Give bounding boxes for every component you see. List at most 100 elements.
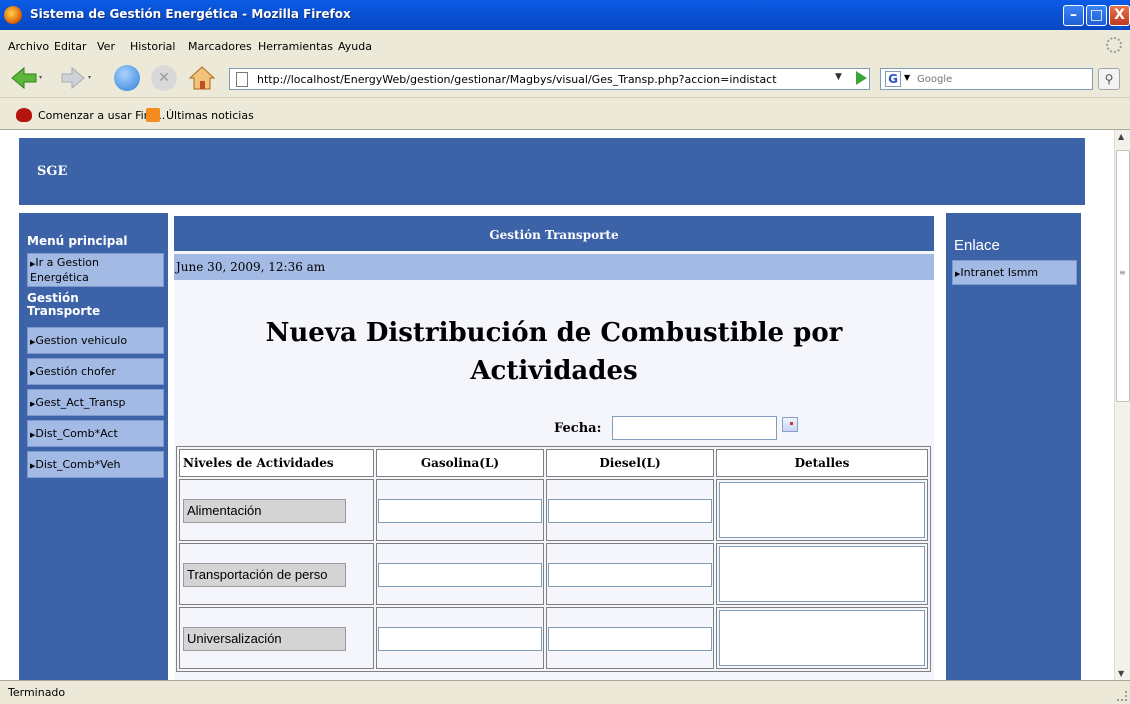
bookmark-latest-news[interactable]: Últimas noticias: [166, 109, 254, 122]
forward-arrow-icon[interactable]: [60, 65, 92, 91]
gasolina-cell: [376, 543, 544, 605]
diesel-cell: [546, 543, 714, 605]
page-icon: [236, 72, 248, 87]
link-gestion-vehiculo[interactable]: ▶Gestion vehiculo: [27, 327, 164, 354]
table-row: Universalización: [179, 607, 928, 669]
url-dropdown-icon[interactable]: ▼: [835, 72, 842, 82]
gasolina-input[interactable]: [378, 627, 542, 651]
minimize-button[interactable]: –: [1063, 5, 1084, 26]
detalles-textarea[interactable]: [719, 482, 925, 538]
menu-ayuda[interactable]: Ayuda: [338, 40, 372, 53]
menu-historial[interactable]: Historial: [130, 40, 175, 53]
link-label: Intranet Ismm: [960, 266, 1039, 279]
bookmarks-toolbar: Comenzar a usar Fire... Últimas noticias: [0, 98, 1130, 130]
page-content: SGE Menú principal ▶Ir a Gestion Energét…: [0, 130, 1114, 680]
link-gestion-chofer[interactable]: ▶Gestión chofer: [27, 358, 164, 385]
link-label: Dist_Comb*Veh: [35, 458, 121, 471]
firefox-icon: [4, 6, 22, 24]
column-header: Diesel(L): [546, 449, 714, 477]
gasolina-input[interactable]: [378, 499, 542, 523]
calendar-icon[interactable]: [782, 417, 798, 432]
activity-label: Alimentación: [183, 499, 346, 523]
activity-label: Universalización: [183, 627, 346, 651]
link-gest-act-transp[interactable]: ▶Gest_Act_Transp: [27, 389, 164, 416]
column-header: Niveles de Actividades: [179, 449, 374, 477]
diesel-input[interactable]: [548, 499, 712, 523]
scroll-grip-icon: ≡: [1119, 268, 1126, 277]
search-bar[interactable]: G ▼: [880, 68, 1093, 90]
status-bar: Terminado: [0, 680, 1130, 704]
menu-herramientas[interactable]: Herramientas: [258, 40, 333, 53]
transport-heading: Gestión Transporte: [27, 292, 100, 318]
menu-editar[interactable]: Editar: [54, 40, 87, 53]
scroll-down-icon[interactable]: ▼: [1118, 669, 1124, 678]
links-heading: Enlace: [954, 237, 1000, 254]
activity-label: Transportación de perso: [183, 563, 346, 587]
url-bar[interactable]: http://localhost/EnergyWeb/gestion/gesti…: [229, 68, 870, 90]
stop-icon[interactable]: ✕: [151, 65, 177, 91]
resize-grip-icon[interactable]: [1117, 691, 1127, 701]
right-sidebar: Enlace ▶Intranet Ismm: [946, 213, 1081, 680]
link-label: Gestion vehiculo: [35, 334, 128, 347]
reload-icon[interactable]: [114, 65, 140, 91]
title-bar: Sistema de Gestión Energética - Mozilla …: [0, 0, 1130, 30]
title-line: Actividades: [470, 356, 638, 386]
gasolina-cell: [376, 607, 544, 669]
left-sidebar: Menú principal ▶Ir a Gestion Energética …: [19, 213, 168, 680]
detalles-textarea[interactable]: [719, 546, 925, 602]
rss-feed-icon: [146, 108, 160, 122]
activity-cell: Universalización: [179, 607, 374, 669]
menu-bar: Archivo Editar Ver Historial Marcadores …: [0, 30, 1130, 60]
column-header: Gasolina(L): [376, 449, 544, 477]
detalles-cell: [716, 543, 928, 605]
close-button[interactable]: X: [1109, 5, 1130, 26]
table-row: Alimentación: [179, 479, 928, 541]
link-label: Gestión chofer: [35, 365, 116, 378]
gasolina-input[interactable]: [378, 563, 542, 587]
search-engine-dropdown-icon[interactable]: ▼: [904, 73, 910, 82]
menu-marcadores[interactable]: Marcadores: [188, 40, 252, 53]
scroll-up-icon[interactable]: ▲: [1118, 132, 1124, 141]
date-bar: June 30, 2009, 12:36 am: [174, 254, 934, 280]
search-engine-icon[interactable]: G: [885, 71, 901, 87]
heading-line: Transporte: [27, 304, 101, 318]
site-brand: SGE: [37, 164, 68, 179]
detalles-textarea[interactable]: [719, 610, 925, 666]
link-label: Energética: [30, 271, 89, 284]
go-arrow-icon[interactable]: [856, 71, 867, 85]
menu-ver[interactable]: Ver: [97, 40, 115, 53]
diesel-input[interactable]: [548, 627, 712, 651]
link-intranet-ismm[interactable]: ▶Intranet Ismm: [952, 260, 1077, 285]
search-input[interactable]: [917, 71, 1087, 87]
search-button[interactable]: ⚲: [1098, 68, 1120, 90]
link-label: Dist_Comb*Act: [35, 427, 118, 440]
link-dist-comb-act[interactable]: ▶Dist_Comb*Act: [27, 420, 164, 447]
window-title: Sistema de Gestión Energética - Mozilla …: [30, 7, 351, 21]
main-menu-heading: Menú principal: [27, 234, 128, 248]
site-header: SGE: [19, 138, 1085, 205]
link-label: Ir a Gestion: [35, 256, 99, 269]
table-row: Transportación de perso: [179, 543, 928, 605]
maximize-button[interactable]: □: [1086, 5, 1107, 26]
diesel-input[interactable]: [548, 563, 712, 587]
navigation-toolbar: ✕ http://localhost/EnergyWeb/gestion/ges…: [0, 60, 1130, 98]
throbber-icon: [1106, 37, 1122, 53]
activity-cell: Transportación de perso: [179, 543, 374, 605]
column-header: Detalles: [716, 449, 928, 477]
back-arrow-icon[interactable]: [10, 65, 42, 91]
link-dist-comb-veh[interactable]: ▶Dist_Comb*Veh: [27, 451, 164, 478]
fecha-input[interactable]: [612, 416, 777, 440]
url-text: http://localhost/EnergyWeb/gestion/gesti…: [257, 73, 777, 86]
home-icon[interactable]: [188, 65, 216, 91]
link-gestion-energetica[interactable]: ▶Ir a Gestion Energética: [27, 253, 164, 287]
section-title-bar: Gestión Transporte: [174, 216, 934, 251]
table-header-row: Niveles de Actividades Gasolina(L) Diese…: [179, 449, 928, 477]
link-label: Gest_Act_Transp: [35, 396, 126, 409]
diesel-cell: [546, 607, 714, 669]
status-text: Terminado: [8, 686, 66, 699]
vertical-scrollbar[interactable]: ▲ ≡ ▼: [1114, 130, 1130, 680]
menu-archivo[interactable]: Archivo: [8, 40, 49, 53]
title-line: Nueva Distribución de Combustible por: [265, 318, 843, 348]
distribution-table: Niveles de Actividades Gasolina(L) Diese…: [176, 446, 931, 672]
heading-line: Gestión: [27, 291, 79, 305]
